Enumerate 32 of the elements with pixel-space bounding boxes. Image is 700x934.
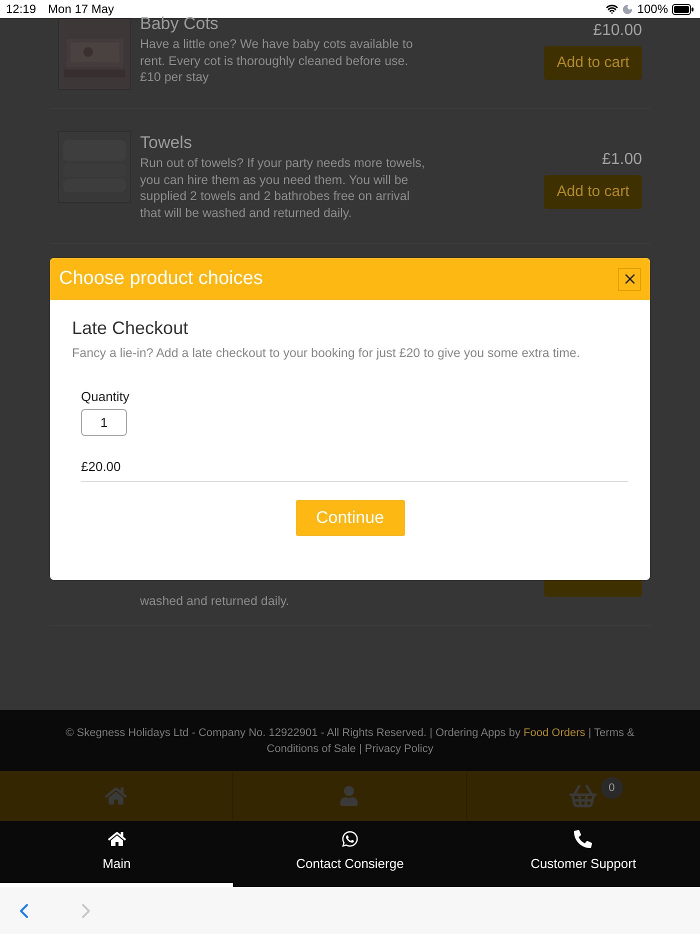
product-title: Baby Cots — [140, 13, 220, 35]
product-price: £1.00 — [602, 150, 642, 170]
cart-count-badge: 0 — [600, 777, 623, 799]
modal-title: Choose product choices — [59, 266, 263, 291]
product-description: Have a little one? We have baby cots available to rent. Every cot is thoroughly cleaned before use. £10 per stay — [140, 36, 414, 86]
add-to-cart-button[interactable]: Add to cart — [544, 46, 642, 80]
footer-text: © Skegness Holidays Ltd - Company No. 12922901 - All Rights Reserved. | Ordering Apps by Food Orders | Terms & Conditions of Sale | Privacy Policy — [64, 726, 636, 756]
add-to-cart-button[interactable]: Add to cart — [544, 175, 642, 209]
status-time: 12:19 — [6, 1, 36, 18]
quantity-field[interactable]: 1 — [81, 409, 127, 436]
product-name: Late Checkout — [72, 317, 190, 340]
nav-tab[interactable]: Contact Consierge — [233, 821, 467, 887]
battery-icon — [672, 4, 694, 14]
phone-icon — [574, 830, 592, 848]
user-icon[interactable] — [339, 786, 360, 806]
product-title: Towels — [140, 132, 193, 154]
product-price: £10.00 — [593, 21, 642, 41]
home-icon — [108, 830, 126, 848]
nav-tab[interactable]: Customer Support — [466, 821, 700, 887]
moon-icon — [622, 4, 634, 14]
choice-price: £20.00 — [81, 457, 628, 482]
food-orders-link[interactable]: Food Orders — [524, 726, 586, 738]
quantity-label: Quantity — [81, 388, 130, 406]
product-description: Run out of towels? If your party needs more towels, you can hire them as you need them. You will be supplied 2 towels and 2 bathrobes free on arrival that will be washed and returned daily. — [140, 155, 426, 221]
product-description: washed and returned daily. — [140, 592, 290, 609]
status-date: Mon 17 May — [48, 1, 114, 18]
wifi-icon — [606, 3, 618, 15]
product-description: Fancy a lie-in? Add a late checkout to your booking for just £20 to give you some extra time. — [72, 345, 581, 362]
close-button[interactable] — [618, 268, 641, 290]
battery-level: 100% — [637, 1, 668, 18]
home-icon[interactable] — [105, 785, 128, 807]
whatsapp-icon — [340, 830, 359, 848]
